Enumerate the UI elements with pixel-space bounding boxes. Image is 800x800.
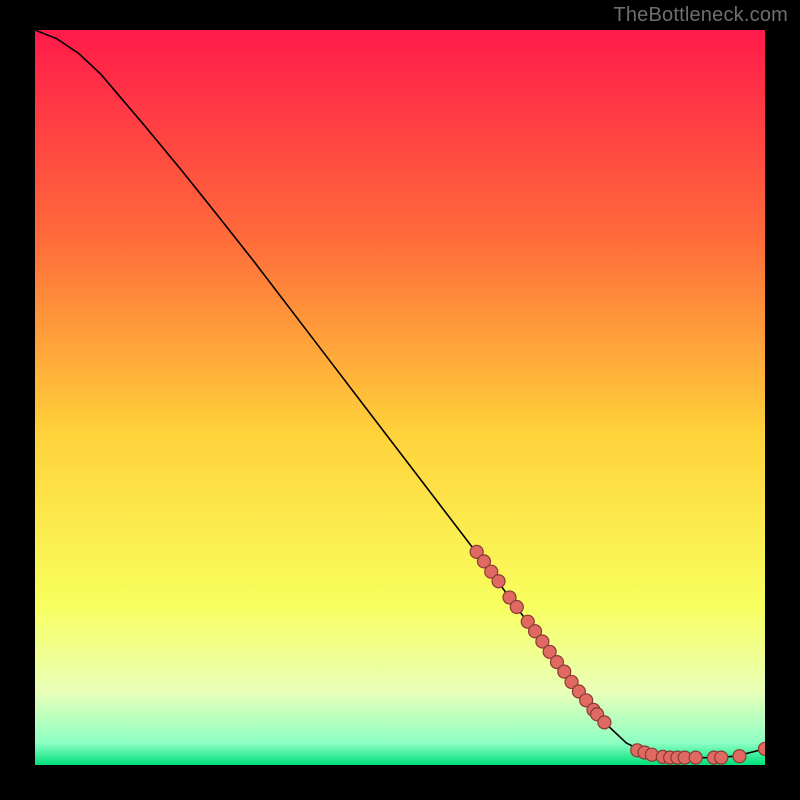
gradient-background xyxy=(35,30,765,765)
data-marker xyxy=(510,600,523,613)
data-marker xyxy=(492,575,505,588)
chart-plot-area xyxy=(35,30,765,765)
data-marker xyxy=(689,751,702,764)
chart-svg xyxy=(35,30,765,765)
watermark-text: TheBottleneck.com xyxy=(613,4,788,27)
data-marker xyxy=(733,750,746,763)
data-marker xyxy=(715,751,728,764)
data-marker xyxy=(598,716,611,729)
